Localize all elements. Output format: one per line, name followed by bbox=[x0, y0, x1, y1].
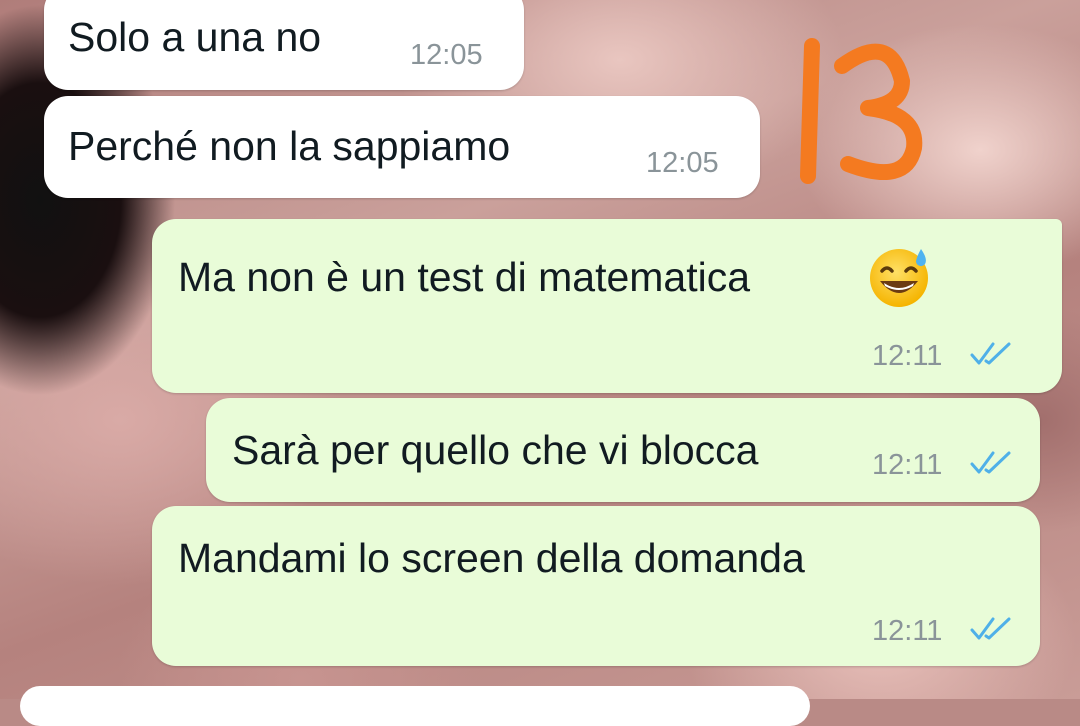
message-bubble-outgoing[interactable]: Ma non è un test di matematica 12:11 bbox=[152, 219, 1062, 393]
message-bubble-partial[interactable] bbox=[20, 686, 810, 726]
message-bubble-outgoing[interactable]: Sarà per quello che vi blocca 12:11 bbox=[206, 398, 1040, 502]
message-timestamp: 12:11 bbox=[872, 615, 943, 647]
message-text: Perché non la sappiamo bbox=[68, 123, 511, 169]
message-timestamp: 12:05 bbox=[410, 39, 483, 71]
message-timestamp: 12:05 bbox=[646, 147, 719, 179]
message-bubble-outgoing[interactable]: Mandami lo screen della domanda 12:11 bbox=[152, 506, 1040, 666]
grinning-face-with-sweat-icon bbox=[870, 249, 928, 307]
message-bubble-incoming[interactable]: Solo a una no 12:05 bbox=[44, 0, 524, 90]
message-timestamp: 12:11 bbox=[872, 340, 943, 372]
read-receipt-icon bbox=[970, 451, 1011, 474]
message-timestamp: 12:11 bbox=[872, 449, 943, 481]
message-bubble-incoming[interactable]: Perché non la sappiamo 12:05 bbox=[44, 96, 760, 198]
handwritten-annotation: 13 bbox=[800, 38, 923, 184]
read-receipt-icon bbox=[970, 342, 1011, 365]
read-receipt-icon bbox=[970, 617, 1011, 640]
message-text: Sarà per quello che vi blocca bbox=[232, 427, 759, 473]
message-text: Mandami lo screen della domanda bbox=[178, 535, 805, 581]
message-text: Ma non è un test di matematica bbox=[178, 254, 751, 300]
message-text: Solo a una no bbox=[68, 14, 322, 60]
